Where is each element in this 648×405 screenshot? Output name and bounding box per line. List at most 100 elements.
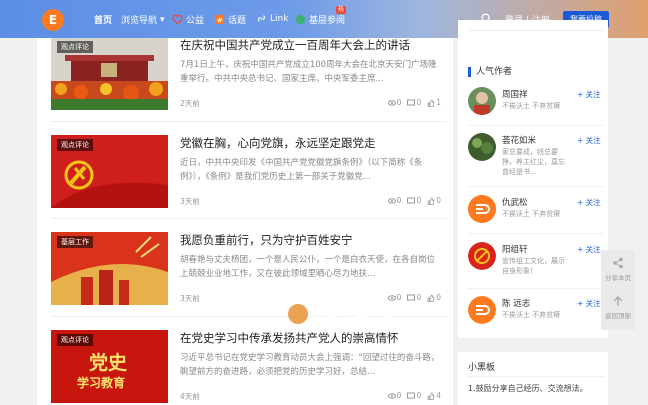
likes-count: 0 — [436, 293, 441, 302]
author-photo-icon — [468, 87, 496, 115]
author-name[interactable]: 陈 远志 — [502, 297, 530, 309]
article-time: 3天前 — [180, 197, 200, 206]
article-list: 观点评论 在庆祝中国共产党成立一百周年大会上的讲话 7月1日上午，庆祝中国共产党… — [37, 38, 453, 405]
link-icon — [257, 15, 266, 22]
article-thumbnail[interactable]: 观点评论 — [51, 38, 168, 110]
article-stats: 0 0 0 — [387, 196, 441, 205]
list-item[interactable]: 观点评论 党史 学习教育 在党史学习中传承发扬共产党人的崇高情怀 习近平总书记在… — [51, 330, 447, 405]
author-bio: 不挨沃土 不弃贫瘠 — [502, 311, 561, 319]
article-thumbnail[interactable]: 基层工作 — [51, 232, 168, 305]
author-item[interactable]: 荟花如米 家总要成，钱总要挣，养主红尘，莫忘曾经是书... + 关注 — [468, 133, 604, 176]
avatar[interactable] — [468, 195, 496, 223]
article-thumbnail[interactable]: 观点评论 — [51, 135, 168, 208]
author-item[interactable]: 周国祥 不挨沃土 不弃贫瘠 + 关注 — [468, 87, 604, 123]
nav-browse-label: 浏览导航 — [121, 16, 158, 26]
nav-home[interactable]: 首页 — [94, 13, 112, 26]
author-name[interactable]: 阳组轩 — [502, 243, 528, 255]
avatar[interactable] — [468, 296, 496, 324]
share-label: 分享本页 — [605, 274, 631, 282]
article-category-tag: 观点评论 — [57, 334, 93, 346]
comment-icon — [407, 392, 416, 398]
thumbs-up-icon — [427, 197, 435, 205]
avatar[interactable] — [468, 87, 496, 115]
views-stat: 0 — [387, 391, 401, 400]
article-summary: 胡春艳与丈夫杨团，一个是人民公仆，一个是白衣天使，在各自岗位上兢兢业业地工作，又… — [180, 255, 436, 279]
likes-stat[interactable]: 1 — [427, 98, 441, 107]
svg-text:#: # — [217, 15, 223, 24]
views-count: 0 — [396, 196, 402, 205]
author-item[interactable]: 仇武松 不挨沃土 不弃贫瘠 + 关注 — [468, 195, 604, 231]
article-time: 4天前 — [180, 392, 200, 401]
back-to-top-label: 返回顶部 — [605, 312, 631, 320]
nav-link-label: Link — [270, 13, 289, 24]
avatar[interactable] — [468, 133, 496, 161]
nav-charity[interactable]: 公益 — [172, 13, 204, 26]
author-name[interactable]: 仇武松 — [502, 196, 528, 208]
article-title[interactable]: 在党史学习中传承发扬共产党人的崇高情怀 — [180, 330, 399, 346]
heart-icon — [172, 14, 183, 25]
back-to-top-button[interactable]: 返回顶部 — [601, 288, 635, 330]
thumbnail-subheadline: 学习教育 — [77, 376, 126, 390]
divider — [468, 288, 604, 289]
divider — [51, 218, 447, 219]
follow-button[interactable]: + 关注 — [577, 244, 601, 255]
divider — [468, 376, 604, 377]
topic-icon: # — [214, 14, 225, 24]
avatar[interactable] — [468, 242, 496, 270]
follow-button[interactable]: + 关注 — [577, 89, 601, 100]
article-stats: 0 0 4 — [387, 391, 441, 400]
comments-stat: 0 — [407, 196, 421, 205]
chevron-down-icon: ▾ — [160, 14, 165, 25]
list-item[interactable]: 观点评论 在庆祝中国共产党成立一百周年大会上的讲话 7月1日上午，庆祝中国共产党… — [51, 38, 447, 127]
author-photo-icon — [468, 133, 496, 161]
article-title[interactable]: 我愿负重前行，只为守护百姓安宁 — [180, 232, 353, 248]
author-name[interactable]: 荟花如米 — [502, 134, 536, 146]
nav-grassroots[interactable]: 基层参阅 — [295, 13, 345, 26]
list-item[interactable]: 观点评论 党徽在胸，心向党旗，永远坚定跟党走 近日，中共中央印发《中国共产党党徽… — [51, 135, 447, 225]
share-icon — [613, 257, 623, 269]
default-avatar-icon — [468, 296, 496, 324]
comments-stat: 0 — [407, 293, 421, 302]
globe-icon — [295, 14, 306, 25]
article-category-tag: 观点评论 — [57, 139, 93, 151]
article-stats: 0 0 0 — [387, 293, 441, 302]
article-summary: 近日，中共中央印发《中国共产党党徽党旗条例》（以下简称《条例》），《条例》是我们… — [180, 158, 423, 182]
article-thumbnail[interactable]: 观点评论 党史 学习教育 — [51, 330, 168, 403]
divider — [468, 186, 604, 187]
article-summary: 7月1日上午，庆祝中国共产党成立100周年大会在北京天安门广场隆重举行。中共中央… — [180, 60, 437, 84]
author-item[interactable]: 陈 远志 不挨沃土 不弃贫瘠 + 关注 — [468, 296, 604, 332]
article-title[interactable]: 党徽在胸，心向党旗，永远坚定跟党走 — [180, 135, 376, 151]
likes-stat[interactable]: 0 — [427, 293, 441, 302]
follow-button[interactable]: + 关注 — [577, 135, 601, 146]
nav-link[interactable]: Link — [256, 13, 288, 24]
comments-count: 0 — [416, 293, 422, 302]
author-bio: 家总要成，钱总要挣，养主红尘，莫忘曾经是书... — [502, 148, 565, 176]
views-stat: 0 — [387, 196, 402, 205]
author-name[interactable]: 周国祥 — [502, 88, 528, 100]
article-summary: 习近平总书记在党史学习教育动员大会上强调：“回望过往的奋斗路，眺望前方的奋进路，… — [180, 353, 440, 377]
article-category-tag: 观点评论 — [57, 41, 93, 53]
divider — [468, 233, 604, 234]
share-page-button[interactable]: 分享本页 — [601, 250, 635, 292]
author-item[interactable]: 阳组轩 宣传组工文化，展示自身形象！ + 关注 — [468, 242, 604, 278]
article-stats: 0 0 1 — [387, 98, 441, 107]
likes-count: 4 — [436, 391, 441, 400]
nav-charity-label: 公益 — [186, 16, 205, 26]
nav-topics[interactable]: # 话题 — [214, 13, 246, 26]
party-emblem-avatar-icon — [468, 242, 496, 270]
follow-button[interactable]: + 关注 — [577, 298, 601, 309]
author-bio: 不挨沃土 不弃贫瘠 — [502, 102, 561, 110]
follow-button[interactable]: + 关注 — [577, 197, 601, 208]
likes-stat[interactable]: 4 — [427, 391, 441, 400]
article-title[interactable]: 在庆祝中国共产党成立一百周年大会上的讲话 — [180, 38, 410, 53]
article-category-tag: 基层工作 — [57, 236, 93, 248]
article-time: 2天前 — [180, 99, 200, 108]
site-logo[interactable]: E — [42, 9, 64, 31]
comments-stat: 0 — [407, 391, 421, 400]
blackboard-item: 1.鼓励分享自己经历、交流想法。 — [468, 384, 588, 393]
nav-home-label: 首页 — [94, 16, 113, 26]
views-stat: 0 — [387, 98, 401, 107]
article-time: 3天前 — [180, 294, 200, 303]
nav-browse[interactable]: 浏览导航 ▾ — [121, 13, 165, 27]
likes-stat[interactable]: 0 — [427, 196, 441, 205]
